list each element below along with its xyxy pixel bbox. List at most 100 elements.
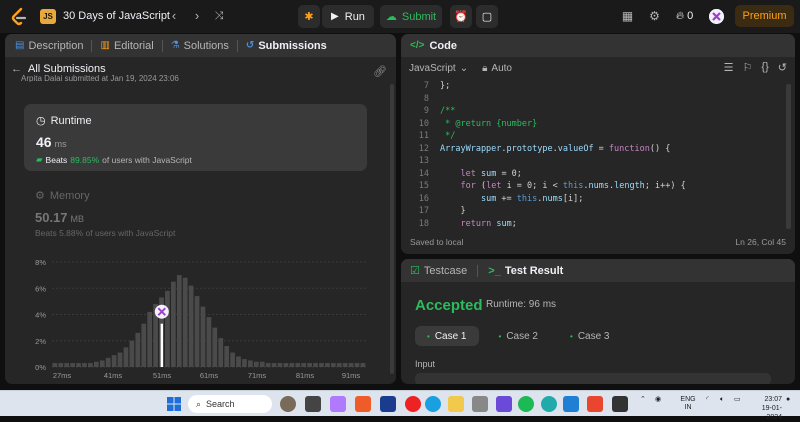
- language-select[interactable]: JavaScript ⌄: [409, 63, 468, 74]
- tab-solutions[interactable]: ⚗ Solutions: [167, 40, 233, 52]
- histogram-bar[interactable]: [218, 338, 224, 367]
- format-icon[interactable]: ☰: [724, 61, 734, 74]
- histogram-bar[interactable]: [336, 363, 342, 367]
- submit-button[interactable]: ☁ Submit: [380, 5, 442, 28]
- run-button[interactable]: ▶ Run: [322, 5, 374, 28]
- histogram-bar[interactable]: [188, 285, 194, 367]
- histogram-bar[interactable]: [313, 363, 318, 367]
- histogram-bar[interactable]: [242, 359, 247, 367]
- histogram-bar[interactable]: [99, 360, 105, 367]
- histogram-bar[interactable]: [342, 363, 348, 367]
- histogram-bar[interactable]: [360, 363, 366, 367]
- histogram-bar[interactable]: [212, 327, 218, 367]
- histogram-bar[interactable]: [319, 363, 324, 367]
- histogram-bar[interactable]: [194, 296, 200, 367]
- histogram-bar[interactable]: [307, 363, 312, 367]
- app-l-icon[interactable]: [380, 396, 396, 412]
- histogram-bar[interactable]: [224, 346, 230, 367]
- share-link-icon[interactable]: 🔗︎: [373, 65, 387, 78]
- reset-icon[interactable]: ↺: [778, 61, 787, 74]
- case-tab-2[interactable]: • Case 2: [487, 326, 551, 346]
- histogram-bar[interactable]: [330, 363, 336, 367]
- histogram-bar[interactable]: [123, 347, 129, 367]
- case-tab-1[interactable]: • Case 1: [415, 326, 479, 346]
- timer-button[interactable]: ⏰: [450, 5, 472, 28]
- gear-icon[interactable]: ⚙: [647, 9, 662, 24]
- histogram-bar[interactable]: [230, 352, 235, 367]
- histogram-bar[interactable]: [236, 356, 241, 368]
- histogram-bar[interactable]: [200, 306, 206, 367]
- debug-button[interactable]: ✱: [298, 5, 320, 28]
- edge-icon[interactable]: [425, 396, 441, 412]
- notification-icon[interactable]: ●: [786, 396, 790, 404]
- app-tray-icon[interactable]: ◉: [655, 396, 661, 404]
- histogram-bar[interactable]: [147, 311, 153, 367]
- tab-submissions[interactable]: ↺ Submissions: [242, 40, 331, 52]
- histogram-bar[interactable]: [88, 363, 93, 367]
- tab-testcase[interactable]: ☑ Testcase: [410, 264, 467, 278]
- volume-icon[interactable]: 🔈︎: [720, 396, 724, 404]
- runtime-card[interactable]: ◷ Runtime 46 ms ▰ Beats 89.85% of users w…: [24, 104, 367, 171]
- runtime-distribution-chart[interactable]: 8% 6% 4% 2% 0% 27ms 41ms 51ms 61ms 71ms 81ms 91ms: [24, 254, 374, 384]
- histogram-bar[interactable]: [348, 363, 354, 367]
- notes-button[interactable]: ▢: [476, 5, 498, 28]
- grid-layout-icon[interactable]: ▦: [620, 9, 635, 24]
- memory-section[interactable]: ⚙ Memory: [35, 189, 90, 203]
- app-icon[interactable]: [541, 396, 557, 412]
- teams-icon[interactable]: [330, 396, 346, 412]
- histogram-bar[interactable]: [76, 363, 81, 367]
- file-explorer-icon[interactable]: [448, 396, 464, 412]
- histogram-bar[interactable]: [283, 363, 289, 367]
- histogram-bar[interactable]: [170, 281, 176, 367]
- task-view-icon[interactable]: [305, 396, 321, 412]
- histogram-bar[interactable]: [82, 363, 87, 367]
- histogram-bar[interactable]: [129, 340, 135, 367]
- histogram-bar[interactable]: [289, 363, 295, 367]
- leetcode-logo[interactable]: [10, 7, 28, 26]
- braces-icon[interactable]: {}: [761, 61, 768, 74]
- wifi-icon[interactable]: ◜: [706, 396, 709, 404]
- language-indicator[interactable]: ENG IN: [678, 396, 698, 412]
- histogram-bar[interactable]: [141, 323, 147, 367]
- histogram-bar[interactable]: [70, 363, 75, 367]
- histogram-bar[interactable]: [301, 363, 307, 367]
- histogram-bar[interactable]: [271, 363, 277, 367]
- histogram-bar[interactable]: [253, 361, 259, 367]
- scrollbar[interactable]: [390, 84, 394, 374]
- histogram-bar[interactable]: [93, 361, 99, 367]
- histogram-bar[interactable]: [206, 317, 212, 367]
- histogram-bar[interactable]: [277, 363, 283, 367]
- editor-scrollbar[interactable]: [786, 84, 791, 229]
- histogram-bar[interactable]: [117, 352, 123, 367]
- app-icon[interactable]: [612, 396, 628, 412]
- app-icon[interactable]: [587, 396, 603, 412]
- system-clock[interactable]: 23:07 19-01-2024: [756, 395, 782, 422]
- case-tab-3[interactable]: • Case 3: [558, 326, 622, 346]
- chevron-up-icon[interactable]: ⌃: [640, 396, 646, 404]
- histogram-bar[interactable]: [58, 363, 64, 367]
- brave-icon[interactable]: [355, 396, 371, 412]
- histogram-bar[interactable]: [325, 363, 330, 367]
- spotify-icon[interactable]: [518, 396, 534, 412]
- auto-mode[interactable]: 🔒︎ Auto: [482, 63, 512, 74]
- app-icon[interactable]: [472, 396, 488, 412]
- app-icon[interactable]: [496, 396, 512, 412]
- code-editor[interactable]: 7}; 8 9 /** 10 * @return {number} 11 */ 12 Arra…: [401, 79, 795, 229]
- histogram-bar[interactable]: [265, 363, 271, 367]
- shuffle-icon[interactable]: ⤨: [212, 9, 226, 23]
- windows-start-icon[interactable]: [166, 396, 182, 412]
- histogram-bar[interactable]: [248, 360, 253, 367]
- histogram-bar[interactable]: [64, 363, 70, 367]
- prev-problem-icon[interactable]: ‹: [167, 9, 181, 23]
- tab-test-result[interactable]: >_ Test Result: [488, 265, 563, 277]
- histogram-bar[interactable]: [165, 290, 170, 367]
- histogram-bar[interactable]: [176, 275, 182, 367]
- histogram-bar[interactable]: [259, 361, 265, 367]
- histogram-bar[interactable]: [105, 357, 111, 367]
- tab-editorial[interactable]: ▥ Editorial: [96, 40, 157, 52]
- histogram-bar[interactable]: [295, 363, 301, 367]
- avatar[interactable]: [709, 9, 724, 24]
- bookmark-icon[interactable]: ⚐: [743, 61, 753, 74]
- histogram-bar[interactable]: [182, 277, 188, 367]
- vscode-icon[interactable]: [563, 396, 579, 412]
